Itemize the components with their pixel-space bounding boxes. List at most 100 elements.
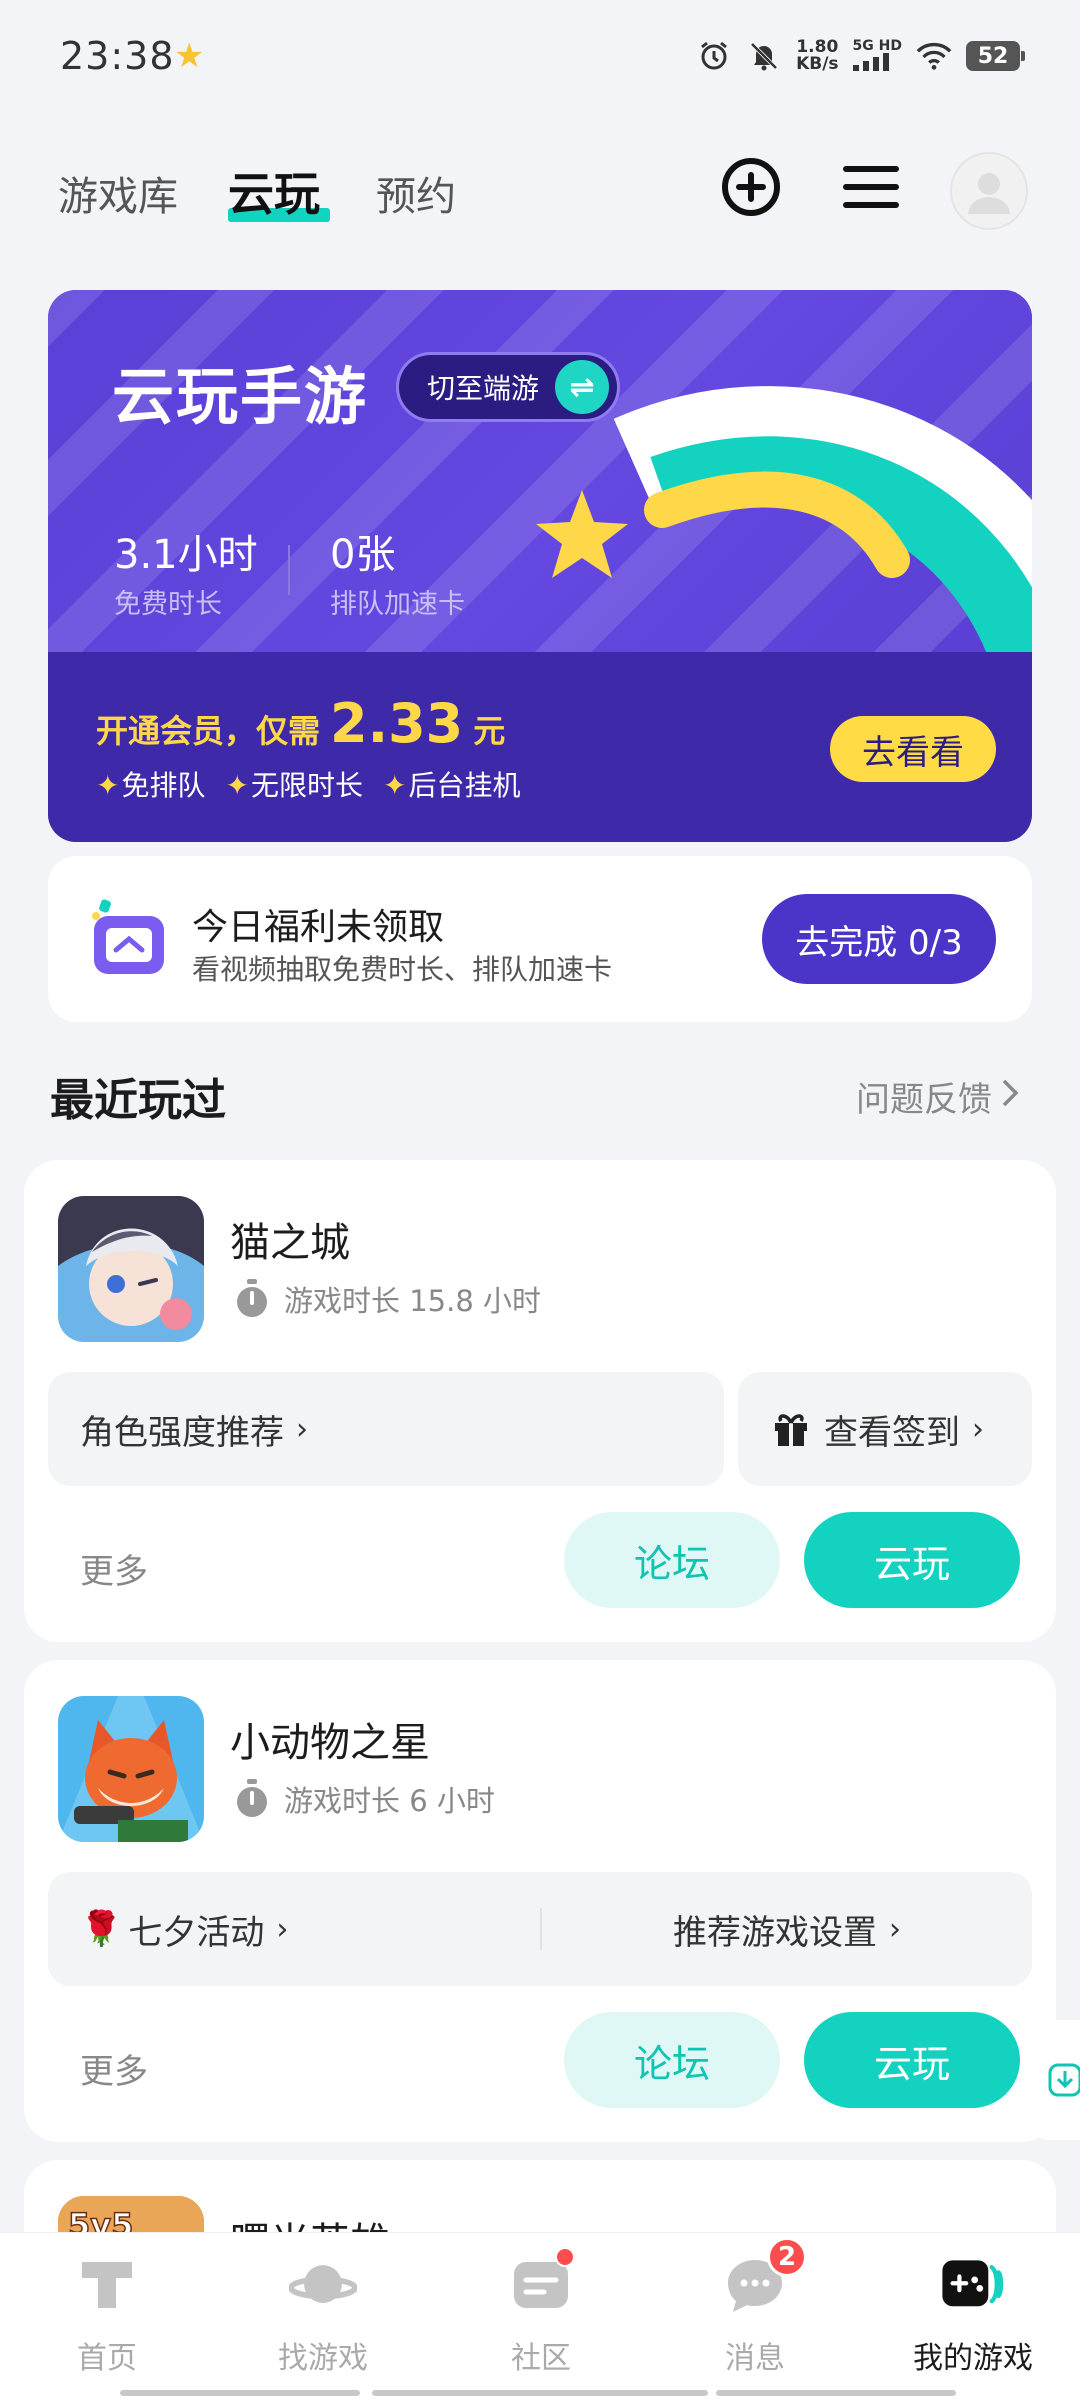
screen: 23:38 ★ 1.80 KB/s 5G HD 52 游戏库 云玩 预约 云玩手… (0, 0, 1080, 2400)
floating-download-button[interactable] (1030, 2020, 1080, 2140)
wifi-icon (916, 38, 952, 74)
game-actions-row: 角色强度推荐 › 查看签到 › (48, 1372, 1032, 1486)
forum-button[interactable]: 论坛 (564, 2012, 780, 2108)
chevron-right-icon: › (296, 1411, 308, 1447)
home-icon (73, 2251, 141, 2319)
nav-home-label: 首页 (77, 2341, 137, 2376)
vip-prefix: 开通会员，仅需 (96, 712, 321, 750)
complete-tasks-button[interactable]: 去完成 0/3 (762, 894, 996, 984)
check-in-button[interactable]: 查看签到 › (738, 1372, 1032, 1486)
perk-item: ✦无限时长 (225, 769, 363, 802)
nav-home[interactable]: 首页 (32, 2251, 182, 2377)
sparkle-icon: ✦ (96, 769, 120, 802)
community-icon (507, 2247, 575, 2319)
nav-community[interactable]: 社区 (466, 2247, 616, 2377)
tab-game-library[interactable]: 游戏库 (58, 164, 178, 222)
vip-offer: 开通会员，仅需 2.33 元 (96, 692, 505, 755)
chevron-right-icon: › (889, 1911, 901, 1947)
playtime-text: 游戏时长 6 小时 (284, 1784, 495, 1818)
banner-title: 云玩手游 (112, 360, 369, 433)
daily-benefit-card[interactable]: 今日福利未领取 看视频抽取免费时长、排队加速卡 去完成 0/3 (48, 856, 1032, 1022)
gesture-bar (716, 2390, 956, 2396)
network-type: 5G HD (852, 39, 902, 74)
download-icon (1048, 2063, 1080, 2097)
nav-messages[interactable]: 2 消息 (680, 2237, 830, 2377)
planet-icon (289, 2251, 357, 2319)
game-card[interactable]: 猫之城 游戏时长 15.8 小时 角色强度推荐 › 查看签到 › 更多 论坛 云… (24, 1160, 1056, 1642)
chat-icon: 2 (721, 2237, 807, 2319)
alarm-icon (696, 38, 732, 74)
status-bar: 23:38 ★ 1.80 KB/s 5G HD 52 (0, 0, 1080, 115)
vip-unit: 元 (473, 712, 506, 750)
recommended-settings-button[interactable]: 推荐游戏设置 › (542, 1872, 1032, 1986)
nav-find-games-label: 找游戏 (278, 2341, 368, 2376)
mute-bell-icon (746, 38, 782, 74)
game-playtime: 游戏时长 6 小时 (234, 1778, 495, 1820)
game-actions-row: 🌹 七夕活动 › 推荐游戏设置 › (48, 1872, 1032, 1986)
nav-find-games[interactable]: 找游戏 (248, 2251, 398, 2377)
game-name: 小动物之星 (230, 1720, 430, 1766)
character-tier-label: 角色强度推荐 (80, 1412, 284, 1453)
speed-unit: KB/s (796, 54, 839, 74)
recently-played-title: 最近玩过 (50, 1075, 226, 1126)
tab-cloud-play-label: 云玩 (228, 167, 320, 221)
star-icon: ★ (174, 36, 205, 76)
playtime-text: 游戏时长 15.8 小时 (284, 1284, 542, 1318)
benefit-title: 今日福利未领取 (192, 907, 445, 948)
nav-my-games[interactable]: 我的游戏 (898, 2251, 1048, 2377)
character-tier-button[interactable]: 角色强度推荐 › (48, 1372, 724, 1486)
bottom-nav: 首页 找游戏 社区 2 消息 我的游戏 (0, 2232, 1080, 2400)
game-name: 猫之城 (230, 1220, 350, 1266)
gesture-bar (372, 2390, 708, 2396)
speedup-cards-value: 0张 (330, 532, 396, 578)
go-see-button[interactable]: 去看看 (830, 716, 996, 782)
nav-messages-label: 消息 (725, 2341, 785, 2376)
cloud-mobile-banner[interactable]: 云玩手游 切至端游 ⇌ 3.1小时 免费时长 0张 排队加速卡 开通会员，仅需 … (48, 290, 1032, 842)
add-circle-icon (722, 158, 780, 216)
gift-icon (775, 1414, 807, 1446)
avatar[interactable] (950, 152, 1028, 230)
forum-button[interactable]: 论坛 (564, 1512, 780, 1608)
avatar-icon (968, 173, 1010, 214)
sparkle-icon: ✦ (382, 769, 407, 802)
battery-indicator: 52 (966, 41, 1025, 71)
recommended-settings-label: 推荐游戏设置 (673, 1912, 877, 1953)
game-card[interactable]: 小动物之星 游戏时长 6 小时 🌹 七夕活动 › 推荐游戏设置 › 更多 论坛 … (24, 1660, 1056, 2142)
chevron-right-icon: › (972, 1411, 984, 1447)
game-icon[interactable] (58, 1696, 204, 1842)
feedback-link[interactable]: 问题反馈 (856, 1072, 1020, 1121)
nav-my-games-label: 我的游戏 (913, 2341, 1033, 2376)
message-badge: 2 (767, 2237, 807, 2277)
status-icons: 1.80 KB/s 5G HD 52 (696, 34, 1025, 78)
qixi-event-button[interactable]: 🌹 七夕活动 › (48, 1872, 540, 1986)
menu-button[interactable] (836, 152, 906, 222)
chevron-right-icon: › (276, 1911, 289, 1947)
cloud-play-button[interactable]: 云玩 (804, 2012, 1020, 2108)
perk-item: ✦免排队 (96, 769, 206, 802)
more-button[interactable]: 更多 (80, 1544, 148, 1593)
vip-perks: ✦免排队 ✦无限时长 ✦后台挂机 (96, 764, 520, 804)
game-playtime: 游戏时长 15.8 小时 (234, 1278, 541, 1320)
tab-reservation[interactable]: 预约 (376, 164, 456, 222)
add-button[interactable] (716, 152, 786, 222)
status-time: 23:38 (60, 34, 175, 78)
more-button[interactable]: 更多 (80, 2044, 148, 2093)
speedup-cards-stat: 0张 排队加速卡 (330, 522, 465, 621)
stopwatch-icon (237, 1279, 267, 1317)
rose-icon: 🌹 (80, 1909, 123, 1949)
sparkle-icon: ✦ (225, 769, 249, 802)
qixi-event-label: 七夕活动 (128, 1912, 265, 1953)
notification-dot (555, 2247, 575, 2267)
game-icon[interactable] (58, 1196, 204, 1342)
chevron-right-icon (1000, 1077, 1020, 1117)
free-time-value: 3.1小时 (114, 532, 258, 578)
tab-cloud-play[interactable]: 云玩 (228, 158, 320, 224)
gesture-bar (120, 2390, 360, 2396)
free-time-label: 免费时长 (114, 589, 222, 620)
network-speed: 1.80 KB/s (796, 39, 838, 73)
free-time-stat: 3.1小时 免费时长 (114, 522, 258, 621)
perk-item: ✦后台挂机 (382, 769, 521, 802)
cloud-play-button[interactable]: 云玩 (804, 1512, 1020, 1608)
stopwatch-icon (237, 1779, 267, 1817)
gamepad-icon (939, 2251, 1007, 2319)
